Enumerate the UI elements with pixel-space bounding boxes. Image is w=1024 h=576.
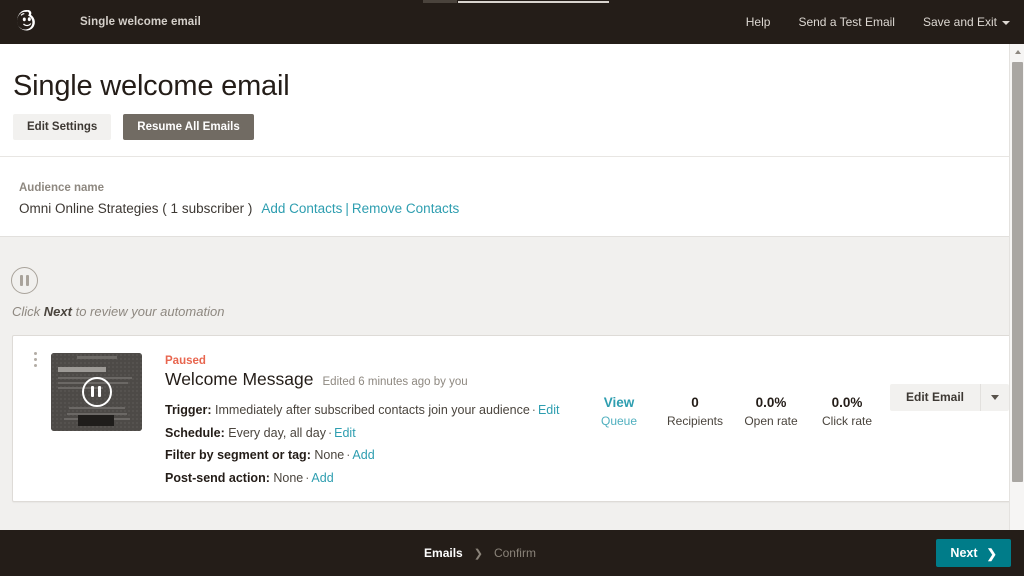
detail-row-filter: Filter by segment or tag: None · Add	[165, 444, 560, 467]
email-title-row: Welcome Message Edited 6 minutes ago by …	[165, 369, 468, 390]
chevron-right-icon: ❯	[473, 547, 483, 560]
add-contacts-link[interactable]: Add Contacts	[261, 201, 342, 216]
mailchimp-freddie-logo-icon[interactable]	[12, 7, 42, 37]
hint-bold-next: Next	[43, 304, 72, 319]
detail-value: None	[314, 448, 345, 462]
detail-label: Schedule:	[165, 425, 225, 440]
kebab-dot	[34, 358, 37, 361]
audience-section: Audience name Omni Online Strategies ( 1…	[0, 157, 1024, 237]
kebab-dot	[34, 364, 37, 367]
audience-name-value: Omni Online Strategies ( 1 subscriber )	[19, 201, 253, 216]
email-thumbnail[interactable]	[51, 353, 142, 431]
next-button[interactable]: Next ❯	[936, 539, 1011, 567]
breadcrumb-item-confirm[interactable]: Confirm	[494, 546, 536, 560]
page-scrollbar[interactable]	[1009, 44, 1024, 530]
header-automation-name: Single welcome email	[80, 16, 201, 28]
view-queue-link-bottom: Queue	[600, 414, 638, 428]
link-separator: |	[345, 201, 349, 216]
header-link-send-test-email[interactable]: Send a Test Email	[798, 15, 895, 29]
edit-email-dropdown-button[interactable]	[981, 384, 1010, 411]
email-card: Paused Welcome Message Edited 6 minutes …	[12, 335, 1012, 502]
detail-action-edit-trigger[interactable]: Edit	[538, 403, 560, 417]
detail-action-add-filter[interactable]: Add	[352, 448, 374, 462]
browser-chrome-artifact	[0, 0, 1024, 4]
header-link-help[interactable]: Help	[746, 15, 771, 29]
email-detail-list: Trigger: Immediately after subscribed co…	[165, 399, 560, 489]
remove-contacts-link[interactable]: Remove Contacts	[352, 201, 459, 216]
automation-builder-page: Single welcome email Help Send a Test Em…	[0, 0, 1024, 576]
edit-email-button[interactable]: Edit Email	[890, 384, 982, 411]
stat-click-rate: 0.0% Click rate	[809, 394, 885, 430]
detail-action-edit-schedule[interactable]: Edit	[334, 426, 356, 440]
detail-value: None	[273, 470, 304, 485]
thumbnail-footer-block	[78, 415, 114, 426]
detail-dot: ·	[346, 448, 351, 462]
recipients-value: 0	[691, 395, 699, 410]
click-rate-label: Click rate	[821, 414, 872, 428]
audience-value-row: Omni Online Strategies ( 1 subscriber ) …	[19, 201, 459, 216]
chevron-down-icon	[1002, 21, 1010, 25]
detail-label: Filter by segment or tag:	[165, 448, 311, 462]
detail-value: Every day, all day	[228, 425, 326, 440]
detail-row-trigger: Trigger: Immediately after subscribed co…	[165, 399, 560, 422]
pause-circle-icon	[11, 267, 38, 294]
chevron-right-icon: ❯	[986, 546, 997, 561]
scrollbar-up-arrow[interactable]	[1010, 44, 1024, 59]
resume-all-emails-button[interactable]: Resume All Emails	[123, 114, 254, 140]
hint-suffix: to review your automation	[71, 304, 225, 319]
status-badge: Paused	[165, 355, 206, 367]
thumbnail-heading	[58, 367, 106, 372]
detail-row-schedule: Schedule: Every day, all day · Edit	[165, 422, 560, 445]
kebab-menu-icon[interactable]	[34, 352, 37, 367]
header-nav: Help Send a Test Email Save and Exit	[746, 15, 1010, 29]
open-rate-label: Open rate	[744, 414, 798, 428]
chevron-up-icon	[1014, 49, 1021, 54]
stat-view-queue[interactable]: View Queue	[581, 394, 657, 430]
save-and-exit-label: Save and Exit	[922, 15, 997, 29]
detail-dot: ·	[531, 403, 536, 417]
click-rate-value: 0.0%	[831, 395, 863, 410]
chrome-strip-left	[423, 0, 457, 3]
detail-value: Immediately after subscribed contacts jo…	[215, 403, 530, 417]
thumbnail-top-bar	[77, 356, 117, 359]
scrollbar-thumb[interactable]	[1012, 62, 1023, 482]
pause-overlay-icon	[81, 377, 112, 407]
detail-action-add-post-send[interactable]: Add	[311, 471, 333, 485]
stat-open-rate: 0.0% Open rate	[733, 394, 809, 430]
email-stats: View Queue 0 Recipients 0.0% Open rate 0…	[581, 394, 885, 430]
breadcrumb-item-emails[interactable]: Emails	[424, 546, 463, 560]
chevron-down-icon	[991, 395, 1000, 400]
audience-name-label: Audience name	[19, 182, 104, 194]
kebab-dot	[34, 352, 37, 355]
app-header: Single welcome email Help Send a Test Em…	[0, 0, 1024, 44]
email-edited-meta: Edited 6 minutes ago by you	[322, 376, 468, 388]
open-rate-value: 0.0%	[755, 395, 787, 410]
chrome-strip-right	[458, 1, 609, 3]
page-action-buttons: Edit Settings Resume All Emails	[13, 114, 254, 140]
detail-row-post-send: Post-send action: None · Add	[165, 467, 560, 490]
recipients-label: Recipients	[666, 414, 724, 428]
page-title-section: Single welcome email Edit Settings Resum…	[0, 44, 1024, 157]
view-queue-link-top: View	[603, 395, 635, 410]
audience-contact-links: Add Contacts | Remove Contacts	[261, 201, 459, 216]
page-title: Single welcome email	[13, 70, 290, 102]
header-link-save-and-exit[interactable]: Save and Exit	[923, 15, 1010, 29]
stat-recipients: 0 Recipients	[657, 394, 733, 430]
thumbnail-line	[69, 407, 125, 409]
edit-settings-button[interactable]: Edit Settings	[13, 114, 112, 140]
next-button-label: Next	[950, 546, 978, 560]
edit-email-split-button: Edit Email	[890, 384, 1010, 411]
workflow-hint-text: Click Next to review your automation	[12, 304, 224, 319]
hint-prefix: Click	[12, 304, 44, 319]
detail-dot: ·	[327, 425, 333, 440]
detail-label: Trigger:	[165, 403, 212, 417]
workflow-area: Click Next to review your automation Pau…	[0, 237, 1024, 530]
detail-dot: ·	[305, 470, 310, 485]
detail-label: Post-send action:	[165, 470, 270, 485]
breadcrumb: Emails ❯ Confirm	[424, 546, 536, 560]
email-title: Welcome Message	[165, 369, 314, 389]
app-footer: Emails ❯ Confirm Next ❯	[0, 530, 1024, 576]
